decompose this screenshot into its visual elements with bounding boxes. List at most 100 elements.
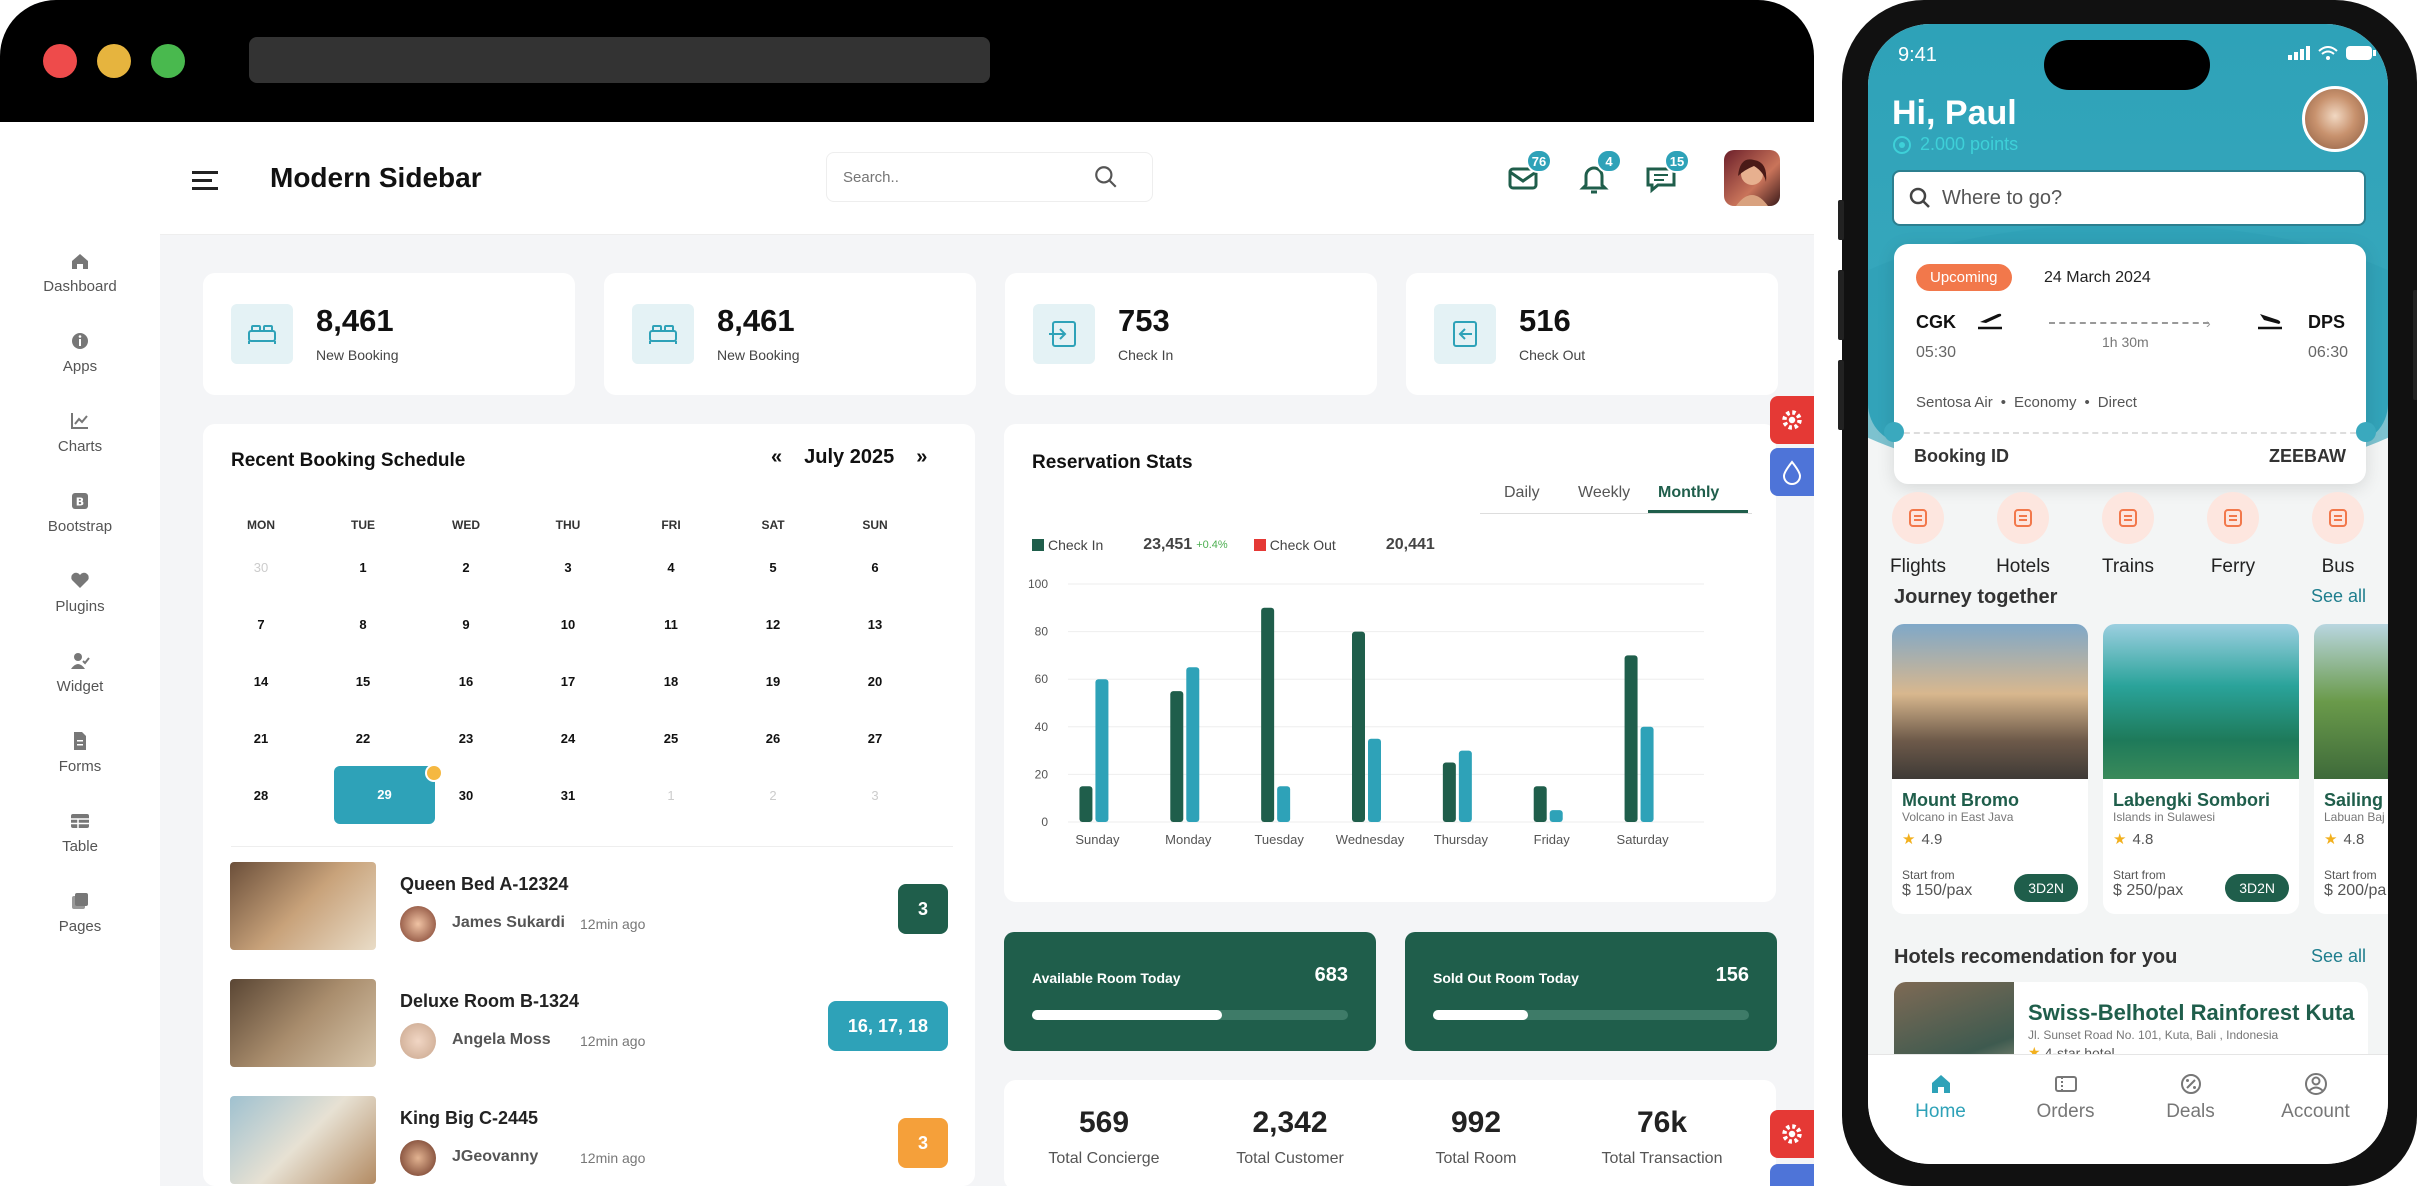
room-count-tag[interactable]: 3 [897,884,948,934]
bar-check-in-tuesday[interactable] [1261,607,1275,822]
booking-row[interactable]: Deluxe Room B-1324 Angela Moss 12min ago 16… [230,979,950,1069]
bar-check-out-saturday[interactable] [1640,726,1654,822]
calendar-day[interactable]: 2 [743,788,803,803]
sidebar-item-bootstrap[interactable]: B Bootstrap [0,490,160,535]
category-ferry[interactable]: Ferry [2193,492,2273,578]
chat-button[interactable]: 15 [1640,149,1690,199]
journey-card[interactable]: Labengki Sombori Islands in Sulawesi ★ 4.8 S… [2103,624,2299,914]
settings-float-button[interactable] [1770,396,1814,444]
calendar-day[interactable]: 9 [436,617,496,632]
bar-check-in-wednesday[interactable] [1352,631,1365,822]
journey-card[interactable]: Mount Bromo Volcano in East Java ★ 4.9 Start… [1892,624,2088,914]
tab-weekly[interactable]: Weekly [1578,484,1630,502]
tab-account[interactable]: Account [2266,1071,2366,1123]
room-count-tag[interactable]: 3 [897,1118,948,1168]
tab-monthly[interactable]: Monthly [1658,484,1719,502]
calendar-day[interactable]: 30 [436,788,496,803]
category-flights[interactable]: Flights [1878,492,1958,578]
bar-check-out-friday[interactable] [1549,810,1563,822]
calendar-day[interactable]: 19 [743,674,803,689]
calendar-day[interactable]: 3 [538,560,598,575]
calendar-day[interactable]: 13 [845,617,905,632]
profile-avatar[interactable] [2302,86,2368,152]
bar-check-in-friday[interactable] [1533,786,1547,822]
booking-row[interactable]: King Big C-2445 JGeovanny 12min ago 3 [230,1096,950,1186]
calendar-day[interactable]: 20 [845,674,905,689]
bar-check-in-thursday[interactable] [1442,762,1456,823]
calendar-day[interactable]: 27 [845,731,905,746]
calendar-day[interactable]: 11 [641,617,701,632]
settings-float-button-2[interactable] [1770,1110,1814,1158]
sidebar-item-plugins[interactable]: Plugins [0,570,160,615]
theme-float-button-2[interactable] [1770,1164,1814,1186]
bar-check-in-sunday[interactable] [1079,786,1093,822]
room-count-tag[interactable]: 16, 17, 18 [827,1001,948,1051]
calendar-day[interactable]: 1 [333,560,393,575]
menu-toggle-icon[interactable] [192,169,220,196]
journey-see-all-link[interactable]: See all [2311,586,2366,607]
upcoming-trip-card[interactable]: Upcoming 24 March 2024 CGK 05:30 › 1h 30… [1884,244,2376,484]
notification-button[interactable]: 4 [1572,149,1622,199]
calendar-day[interactable]: 17 [538,674,598,689]
calendar-day[interactable]: 16 [436,674,496,689]
bar-check-out-tuesday[interactable] [1277,786,1291,822]
tab-deals[interactable]: Deals [2141,1071,2241,1123]
category-trains[interactable]: Trains [2088,492,2168,578]
calendar-day[interactable]: 18 [641,674,701,689]
mail-button[interactable]: 76 [1502,149,1552,199]
sidebar-item-table[interactable]: Table [0,810,160,855]
user-avatar[interactable] [1724,150,1780,206]
search-icon[interactable] [1093,164,1119,190]
calendar-day[interactable]: 25 [641,731,701,746]
theme-float-button[interactable] [1770,448,1814,496]
bar-check-out-wednesday[interactable] [1368,738,1381,822]
calendar-day[interactable]: 26 [743,731,803,746]
category-hotels[interactable]: Hotels [1983,492,2063,578]
calendar-day[interactable]: 2 [436,560,496,575]
sidebar-item-widget[interactable]: Widget [0,650,160,695]
calendar-day[interactable]: 21 [231,731,291,746]
minimize-window-button[interactable] [97,44,131,78]
bar-check-in-saturday[interactable] [1624,655,1638,822]
address-bar[interactable] [249,37,990,83]
search-input[interactable] [843,168,1093,186]
sidebar-item-apps[interactable]: Apps [0,330,160,375]
maximize-window-button[interactable] [151,44,185,78]
journey-card[interactable]: Sailing KLabuan Baj ★ 4.8 Start from$ 200/p… [2314,624,2388,914]
calendar-day[interactable]: 28 [231,788,291,803]
tab-daily[interactable]: Daily [1504,484,1540,502]
calendar-day[interactable]: 23 [436,731,496,746]
calendar-day[interactable]: 5 [743,560,803,575]
tab-home[interactable]: Home [1891,1071,1991,1123]
calendar-day[interactable]: 10 [538,617,598,632]
calendar-day[interactable]: 15 [333,674,393,689]
category-bus[interactable]: Bus [2298,492,2378,578]
calendar-day-selected[interactable]: 29 [334,766,435,824]
tab-orders[interactable]: Orders [2016,1071,2116,1123]
bar-check-in-monday[interactable] [1170,691,1184,822]
calendar-day[interactable]: 1 [641,788,701,803]
calendar-day[interactable]: 12 [743,617,803,632]
calendar-day[interactable]: 6 [845,560,905,575]
bar-check-out-sunday[interactable] [1095,679,1109,822]
calendar-day[interactable]: 14 [231,674,291,689]
destination-search[interactable]: Where to go? [1892,170,2366,226]
close-window-button[interactable] [43,44,77,78]
sidebar-item-forms[interactable]: Forms [0,730,160,775]
calendar-day[interactable]: 24 [538,731,598,746]
calendar-day[interactable]: 31 [538,788,598,803]
sidebar-item-dashboard[interactable]: Dashboard [0,250,160,295]
hotels-see-all-link[interactable]: See all [2311,946,2366,967]
sidebar-item-charts[interactable]: Charts [0,410,160,455]
calendar-day[interactable]: 30 [231,560,291,575]
booking-row[interactable]: Queen Bed A-12324 James Sukardi 12min ago 3 [230,862,950,952]
calendar-day[interactable]: 22 [333,731,393,746]
sidebar-item-pages[interactable]: Pages [0,890,160,935]
calendar-day[interactable]: 3 [845,788,905,803]
calendar-day[interactable]: 4 [641,560,701,575]
bar-check-out-thursday[interactable] [1458,750,1472,822]
calendar-day[interactable]: 7 [231,617,291,632]
bar-check-out-monday[interactable] [1186,667,1200,822]
search-box[interactable] [826,152,1153,202]
calendar-day[interactable]: 8 [333,617,393,632]
